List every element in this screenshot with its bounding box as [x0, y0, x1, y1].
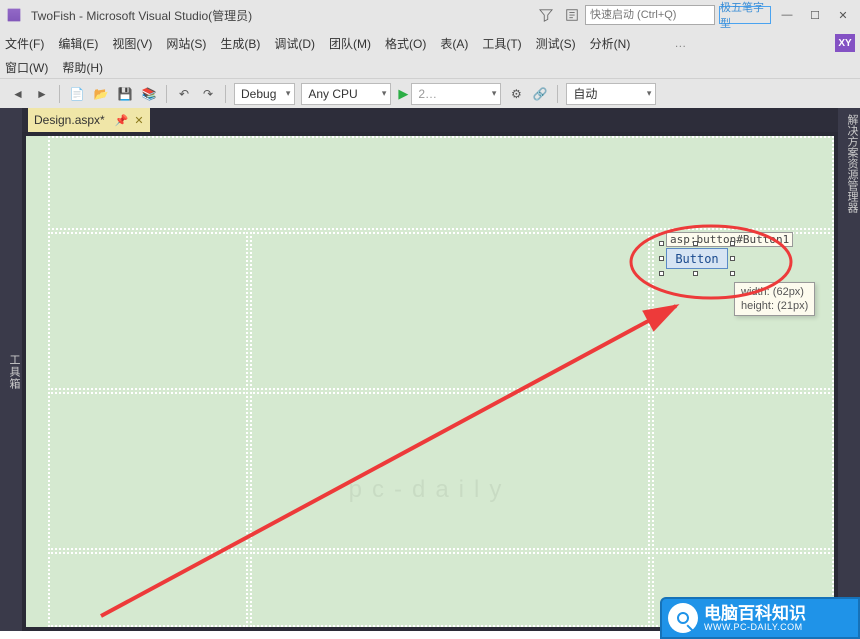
menu-window[interactable]: 窗口(W) — [5, 59, 48, 76]
menu-team[interactable]: 团队(M) — [329, 35, 371, 52]
minimize-button[interactable]: — — [775, 3, 799, 27]
ime-badge[interactable]: 极五笔字型 — [719, 6, 771, 24]
browse-icon[interactable]: ⚙ — [507, 85, 525, 103]
window-title: TwoFish - Microsoft Visual Studio(管理员) — [31, 7, 252, 24]
toolbox-rail[interactable]: 工具箱 — [0, 108, 22, 631]
platform-dropdown[interactable]: Any CPU — [301, 83, 391, 105]
menu-edit[interactable]: 编辑(E) — [58, 35, 98, 52]
new-project-icon[interactable]: 📄 — [68, 85, 86, 103]
menu-analyze[interactable]: 分析(N) — [590, 35, 631, 52]
right-rail[interactable]: 解决方案资源管理器 团队资源管理器 诊断工具 属性 — [838, 108, 860, 631]
filter-icon[interactable] — [539, 8, 553, 22]
user-badge[interactable]: XY — [835, 34, 855, 52]
forward-icon[interactable]: ► — [33, 85, 51, 103]
pin-icon[interactable]: 📌 — [115, 114, 129, 127]
maximize-button[interactable]: ☐ — [803, 3, 827, 27]
save-icon[interactable]: 💾 — [116, 85, 134, 103]
menu-build[interactable]: 生成(B) — [220, 35, 260, 52]
menu-file[interactable]: 文件(F) — [5, 35, 44, 52]
selection-handles[interactable] — [662, 244, 732, 273]
open-icon[interactable]: 📂 — [92, 85, 110, 103]
redo-icon[interactable]: ↷ — [199, 85, 217, 103]
menu-debug[interactable]: 调试(D) — [274, 35, 315, 52]
undo-icon[interactable]: ↶ — [175, 85, 193, 103]
start-debug-icon[interactable]: ▶ — [398, 86, 408, 102]
dimension-tooltip: width: (62px)height: (21px) — [734, 282, 815, 316]
menu-view[interactable]: 视图(V) — [112, 35, 152, 52]
vs-logo-icon — [1, 2, 26, 27]
menu-tools[interactable]: 工具(T) — [482, 35, 521, 52]
user-placeholder: … — [674, 36, 686, 50]
menu-test[interactable]: 测试(S) — [536, 35, 576, 52]
menu-website[interactable]: 网站(S) — [166, 35, 206, 52]
tab-close-icon[interactable]: ✕ — [134, 114, 143, 127]
menu-help[interactable]: 帮助(H) — [62, 59, 103, 76]
site-badge: 电脑百科知识 WWW.PC-DAILY.COM — [660, 597, 860, 639]
solution-explorer-rail[interactable]: 解决方案资源管理器 — [844, 114, 860, 631]
back-icon[interactable]: ◄ — [9, 85, 27, 103]
config-dropdown[interactable]: Debug — [234, 83, 295, 105]
close-button[interactable]: ✕ — [831, 3, 855, 27]
notification-icon[interactable] — [565, 8, 579, 22]
save-all-icon[interactable]: 📚 — [140, 85, 158, 103]
menu-table[interactable]: 表(A) — [440, 35, 468, 52]
design-canvas[interactable]: asp:button#Button1 Button width: (62px)h… — [26, 136, 834, 627]
magnifier-icon — [677, 612, 689, 624]
link-icon[interactable]: 🔗 — [531, 85, 549, 103]
debug-target-dropdown[interactable]: 2… — [411, 83, 501, 105]
designer-surface[interactable]: asp:button#Button1 Button width: (62px)h… — [22, 132, 838, 631]
watermark-text: pc-daily — [349, 476, 512, 504]
tab-label: Design.aspx* — [34, 113, 105, 127]
target-dropdown[interactable]: 自动 — [566, 83, 656, 105]
document-tab[interactable]: Design.aspx* 📌 ✕ — [28, 108, 150, 132]
menu-format[interactable]: 格式(O) — [385, 35, 426, 52]
quick-launch-input[interactable] — [585, 5, 715, 25]
